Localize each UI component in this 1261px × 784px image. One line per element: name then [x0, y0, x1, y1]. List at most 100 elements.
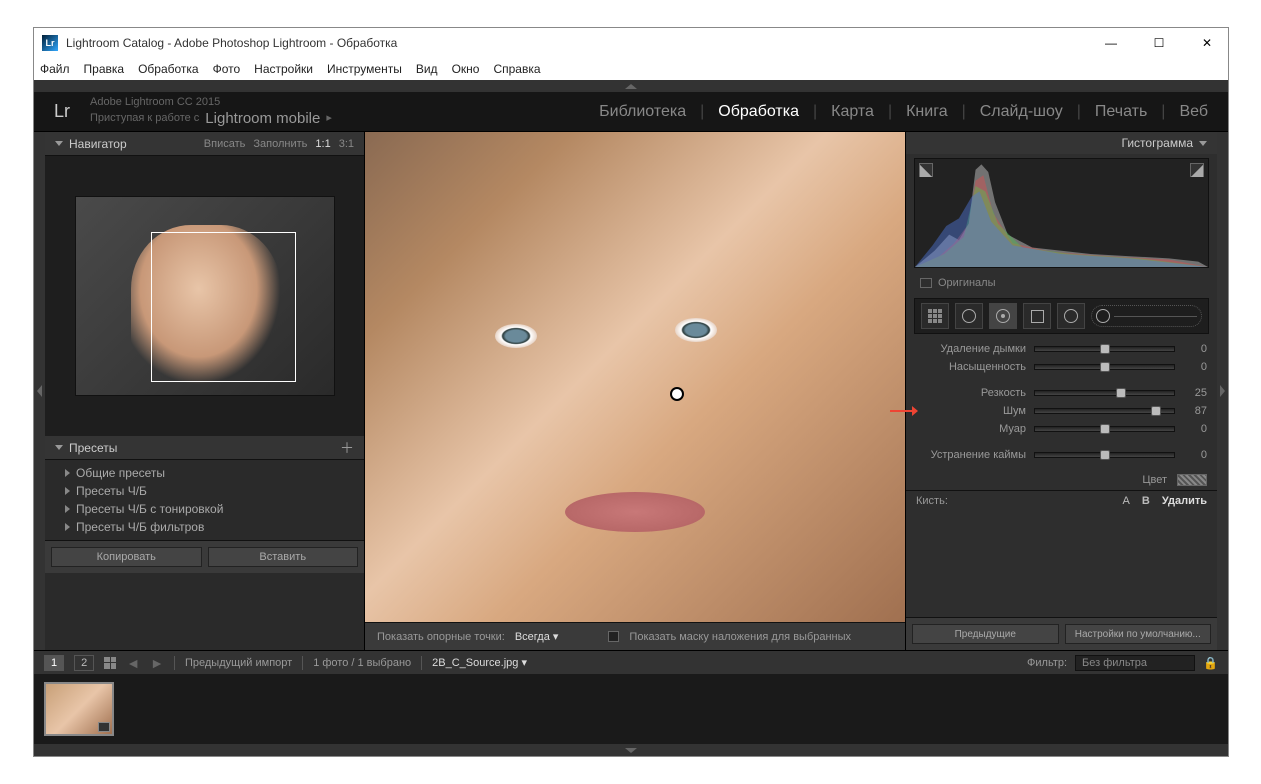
presets-header[interactable]: Пресеты ＋ [45, 436, 364, 460]
slider-knob[interactable] [1116, 388, 1126, 398]
zoom-1:1[interactable]: 1:1 [315, 138, 330, 150]
slider-value[interactable]: 0 [1183, 423, 1207, 435]
slider-knob[interactable] [1100, 424, 1110, 434]
anchor-dropdown[interactable]: Всегда ▾ [515, 630, 559, 643]
redeye-tool[interactable] [989, 303, 1017, 329]
nav-prev-icon[interactable]: ◄ [126, 655, 140, 671]
histogram-header[interactable]: Гистограмма [906, 132, 1217, 154]
preset-folder[interactable]: Общие пресеты [45, 464, 364, 482]
left-collapse[interactable] [34, 132, 45, 650]
menu-window[interactable]: Окно [452, 62, 480, 76]
menu-tools[interactable]: Инструменты [327, 62, 402, 76]
view-mode-2[interactable]: 2 [74, 655, 94, 671]
navigator-preview[interactable] [45, 156, 364, 436]
brush-tool[interactable] [1091, 305, 1202, 327]
shadow-clip-icon[interactable]: ◣ [919, 163, 933, 177]
filename-label[interactable]: 2B_C_Source.jpg ▾ [432, 656, 527, 669]
zoom-3:1[interactable]: 3:1 [339, 138, 354, 150]
copy-button[interactable]: Копировать [51, 547, 202, 567]
radial-tool[interactable] [1057, 303, 1085, 329]
maximize-button[interactable]: ☐ [1146, 33, 1172, 53]
histogram[interactable]: ◣ ◢ [914, 158, 1209, 268]
slider-knob[interactable] [1151, 406, 1161, 416]
slider-value[interactable]: 0 [1183, 361, 1207, 373]
top-collapse-bar[interactable] [34, 80, 1228, 92]
anchor-label: Показать опорные точки: [377, 631, 505, 643]
previous-button[interactable]: Предыдущие [912, 624, 1059, 644]
module-Веб[interactable]: Веб [1179, 103, 1208, 121]
filmstrip[interactable] [34, 674, 1228, 744]
mobile-prefix: Приступая к работе с [90, 111, 199, 125]
menu-photo[interactable]: Фото [213, 62, 241, 76]
slider-label: Насыщенность [916, 361, 1026, 373]
graduated-tool[interactable] [1023, 303, 1051, 329]
menu-settings[interactable]: Настройки [254, 62, 313, 76]
zoom-Заполнить[interactable]: Заполнить [253, 138, 307, 150]
slider-Резкость: Резкость25 [916, 384, 1207, 402]
play-icon[interactable]: ▸ [326, 111, 332, 125]
photo-canvas[interactable] [365, 132, 905, 622]
brush-b[interactable]: B [1142, 495, 1150, 507]
menu-edit[interactable]: Правка [84, 62, 125, 76]
brush-a[interactable]: A [1123, 495, 1130, 507]
module-Печать[interactable]: Печать [1095, 103, 1147, 121]
spot-tool[interactable] [955, 303, 983, 329]
slider-value[interactable]: 0 [1183, 343, 1207, 355]
filter-select[interactable]: Без фильтра [1075, 655, 1195, 671]
nav-crop-rect[interactable] [151, 232, 296, 382]
highlight-clip-icon[interactable]: ◢ [1190, 163, 1204, 177]
menu-help[interactable]: Справка [493, 62, 540, 76]
edit-pin[interactable] [670, 387, 684, 401]
crop-tool[interactable] [921, 303, 949, 329]
nav-next-icon[interactable]: ► [150, 655, 164, 671]
module-Карта[interactable]: Карта [831, 103, 874, 121]
module-Обработка[interactable]: Обработка [718, 103, 799, 121]
slider-knob[interactable] [1100, 362, 1110, 372]
bottom-collapse-bar[interactable] [34, 744, 1228, 756]
slider-track[interactable] [1034, 408, 1175, 414]
slider-track[interactable] [1034, 390, 1175, 396]
slider-knob[interactable] [1100, 344, 1110, 354]
mobile-link[interactable]: Lightroom mobile [205, 109, 320, 129]
originals-icon[interactable] [920, 278, 932, 288]
mask-label: Показать маску наложения для выбранных [629, 631, 851, 643]
preset-folder[interactable]: Пресеты Ч/Б фильтров [45, 518, 364, 536]
preset-folder[interactable]: Пресеты Ч/Б [45, 482, 364, 500]
color-swatch[interactable] [1177, 474, 1207, 486]
thumbnail[interactable] [44, 682, 114, 736]
defaults-button[interactable]: Настройки по умолчанию... [1065, 624, 1212, 644]
navigator-title: Навигатор [69, 137, 127, 151]
slider-value[interactable]: 25 [1183, 387, 1207, 399]
mask-checkbox[interactable] [608, 631, 619, 642]
zoom-Вписать[interactable]: Вписать [204, 138, 246, 150]
slider-track[interactable] [1034, 452, 1175, 458]
close-button[interactable]: ✕ [1194, 33, 1220, 53]
slider-track[interactable] [1034, 426, 1175, 432]
brush-delete[interactable]: Удалить [1162, 495, 1207, 507]
navigator-header[interactable]: Навигатор Вписать Заполнить 1:1 3:1 [45, 132, 364, 156]
slider-track[interactable] [1034, 364, 1175, 370]
slider-value[interactable]: 0 [1183, 449, 1207, 461]
paste-button[interactable]: Вставить [208, 547, 359, 567]
slider-Устранение каймы: Устранение каймы0 [916, 446, 1207, 464]
menu-develop[interactable]: Обработка [138, 62, 199, 76]
grid-view-icon[interactable] [104, 657, 116, 669]
module-Книга[interactable]: Книга [906, 103, 947, 121]
prev-import-label[interactable]: Предыдущий импорт [185, 657, 292, 669]
menu-file[interactable]: Файл [40, 62, 70, 76]
slider-track[interactable] [1034, 346, 1175, 352]
right-collapse[interactable] [1217, 132, 1228, 650]
view-mode-1[interactable]: 1 [44, 655, 64, 671]
module-Слайд-шоу[interactable]: Слайд-шоу [980, 103, 1063, 121]
slider-value[interactable]: 87 [1183, 405, 1207, 417]
window-title: Lightroom Catalog - Adobe Photoshop Ligh… [66, 36, 397, 50]
add-preset-icon[interactable]: ＋ [340, 438, 354, 458]
minimize-button[interactable]: — [1098, 33, 1124, 53]
preset-folder[interactable]: Пресеты Ч/Б с тонировкой [45, 500, 364, 518]
lock-icon[interactable]: 🔒 [1203, 656, 1218, 670]
module-Библиотека[interactable]: Библиотека [599, 103, 686, 121]
menu-view[interactable]: Вид [416, 62, 438, 76]
module-bar: Lr Adobe Lightroom CC 2015 Приступая к р… [34, 92, 1228, 132]
originals-label: Оригиналы [938, 277, 996, 289]
slider-knob[interactable] [1100, 450, 1110, 460]
